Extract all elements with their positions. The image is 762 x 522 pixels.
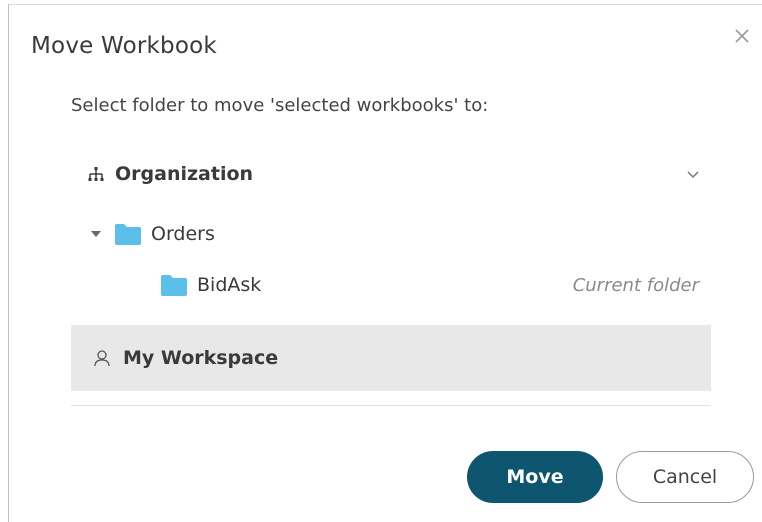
current-folder-note: Current folder	[572, 274, 699, 296]
folder-icon	[115, 224, 141, 245]
divider	[71, 405, 711, 406]
tree-item-bidask: BidAsk Current folder	[159, 268, 711, 302]
dialog-instructions: Select folder to move 'selected workbook…	[71, 95, 489, 116]
folder-icon	[161, 275, 187, 296]
organization-label: Organization	[115, 163, 254, 185]
tree-item-label: BidAsk	[197, 274, 262, 296]
tree-item-orders[interactable]: Orders	[89, 217, 389, 251]
my-workspace-label: My Workspace	[123, 347, 279, 369]
chevron-down-icon[interactable]	[685, 167, 701, 183]
dialog-title: Move Workbook	[31, 33, 217, 59]
hierarchy-icon	[88, 167, 104, 181]
caret-down-icon[interactable]	[89, 227, 103, 241]
my-workspace-item[interactable]: My Workspace	[71, 325, 711, 391]
move-button[interactable]: Move	[467, 451, 603, 503]
organization-section-header[interactable]: Organization	[71, 151, 711, 197]
tree-item-label: Orders	[151, 223, 215, 245]
cancel-button[interactable]: Cancel	[616, 451, 754, 503]
close-icon[interactable]	[731, 25, 753, 47]
move-workbook-dialog: Move Workbook Select folder to move 'sel…	[8, 4, 762, 522]
user-icon	[94, 350, 110, 367]
